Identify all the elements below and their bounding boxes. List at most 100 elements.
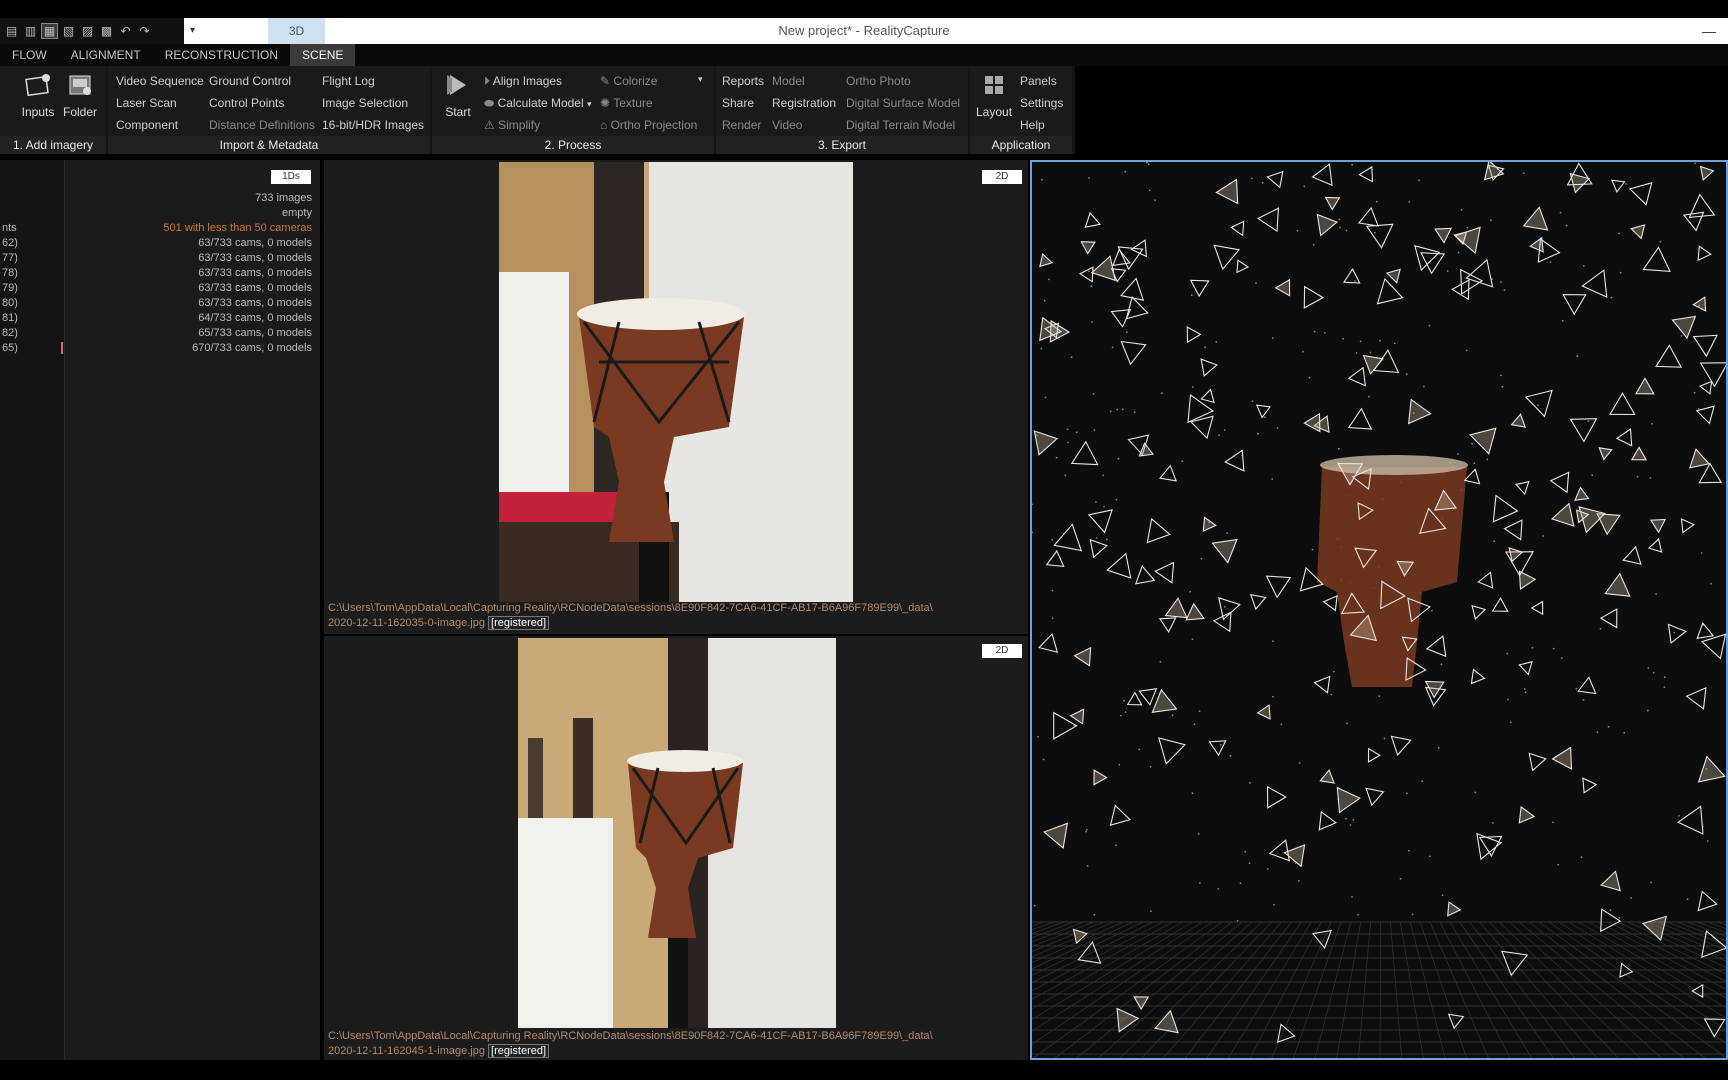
camera-frustum[interactable] — [1134, 565, 1156, 585]
camera-frustum[interactable] — [1319, 769, 1335, 784]
camera-frustum[interactable] — [1347, 407, 1373, 430]
camera-frustum[interactable] — [1343, 268, 1361, 284]
help-button[interactable]: Help — [1020, 118, 1045, 132]
camera-frustum[interactable] — [1562, 294, 1587, 316]
camera-frustum[interactable] — [1268, 839, 1291, 862]
camera-frustum[interactable] — [1266, 785, 1287, 809]
camera-frustum[interactable] — [1215, 178, 1239, 205]
flight-log-button[interactable]: Flight Log — [322, 74, 375, 88]
camera-frustum[interactable] — [1692, 334, 1718, 358]
camera-frustum[interactable] — [1078, 266, 1094, 283]
camera-frustum[interactable] — [1447, 901, 1462, 917]
camera-frustum[interactable] — [1635, 377, 1655, 395]
registration-button[interactable]: Registration — [772, 96, 836, 110]
align-images-button[interactable]: ⏵ Align Images — [484, 74, 562, 89]
camera-frustum[interactable] — [1089, 538, 1108, 559]
camera-frustum[interactable] — [1208, 740, 1227, 757]
component-row[interactable]: 63/733 cams, 0 models — [198, 252, 312, 264]
camera-frustum[interactable] — [1151, 688, 1178, 713]
camera-frustum[interactable] — [1038, 632, 1059, 653]
camera-frustum[interactable] — [1514, 480, 1530, 496]
camera-frustum[interactable] — [1313, 675, 1331, 694]
camera-frustum[interactable] — [1213, 244, 1241, 271]
camera-frustum[interactable] — [1574, 486, 1590, 501]
distance-definitions-button[interactable]: Distance Definitions — [209, 118, 315, 132]
camera-frustum[interactable] — [1641, 915, 1668, 942]
camera-frustum[interactable] — [1043, 822, 1068, 849]
camera-frustum[interactable] — [1218, 596, 1241, 621]
camera-frustum[interactable] — [1230, 220, 1245, 237]
camera-frustum[interactable] — [1528, 752, 1547, 772]
camera-frustum[interactable] — [1154, 561, 1175, 584]
camera-frustum[interactable] — [1224, 449, 1245, 472]
tab-flow[interactable]: FLOW — [0, 44, 59, 66]
tab-alignment[interactable]: ALIGNMENT — [59, 44, 153, 66]
camera-frustum[interactable] — [1518, 570, 1537, 590]
camera-frustum[interactable] — [1265, 575, 1292, 599]
reports-button[interactable]: Reports — [722, 74, 764, 88]
camera-frustum[interactable] — [1311, 163, 1333, 187]
camera-frustum[interactable] — [1600, 870, 1621, 892]
camera-frustum[interactable] — [1311, 929, 1333, 950]
camera-frustum[interactable] — [1324, 196, 1341, 211]
video-sequence-button[interactable]: Video Sequence — [116, 74, 204, 88]
camera-frustum[interactable] — [1316, 213, 1339, 237]
camera-frustum[interactable] — [1138, 442, 1155, 457]
hdr-images-button[interactable]: 16-bit/HDR Images — [322, 118, 424, 132]
component-row[interactable]: 63/733 cams, 0 models — [198, 297, 312, 309]
camera-frustum[interactable] — [1699, 165, 1715, 181]
start-button[interactable]: Start — [438, 72, 478, 119]
camera-frustum[interactable] — [1385, 268, 1401, 284]
camera-frustum[interactable] — [1185, 602, 1205, 621]
camera-frustum[interactable] — [1256, 704, 1271, 720]
camera-frustum[interactable] — [1703, 1018, 1726, 1038]
texture-button[interactable]: ✺ Texture — [600, 96, 653, 110]
camera-frustum[interactable] — [1569, 172, 1591, 194]
camera-frustum[interactable] — [1109, 804, 1132, 826]
camera-frustum[interactable] — [1211, 538, 1238, 564]
camera-frustum[interactable] — [1524, 389, 1553, 418]
camera-frustum[interactable] — [1390, 735, 1412, 757]
camera-frustum[interactable] — [1469, 427, 1497, 455]
colorize-button[interactable]: ✎ Colorize — [600, 74, 657, 88]
camera-frustum[interactable] — [1236, 259, 1250, 274]
video-button[interactable]: Video — [772, 118, 802, 132]
camera-frustum[interactable] — [1630, 446, 1648, 461]
camera-frustum[interactable] — [1697, 245, 1712, 262]
camera-frustum[interactable] — [1600, 908, 1622, 933]
camera-frustum[interactable] — [1266, 170, 1284, 189]
3d-viewer[interactable] — [1030, 160, 1728, 1060]
camera-frustum[interactable] — [1611, 179, 1626, 193]
camera-frustum[interactable] — [1609, 392, 1636, 416]
component-row[interactable]: 64/733 cams, 0 models — [198, 312, 312, 324]
camera-frustum[interactable] — [1677, 805, 1704, 835]
camera-frustum[interactable] — [1492, 494, 1519, 523]
component-button[interactable]: Component — [116, 118, 178, 132]
dsm-button[interactable]: Digital Surface Model — [846, 96, 960, 110]
camera-frustum[interactable] — [1189, 279, 1210, 298]
camera-frustum[interactable] — [1451, 279, 1470, 301]
camera-frustum[interactable] — [1698, 462, 1723, 484]
layout-button[interactable]: Layout — [976, 72, 1012, 119]
camera-frustum[interactable] — [1491, 596, 1509, 612]
camera-frustum[interactable] — [1549, 471, 1570, 494]
2d-viewer-top[interactable]: 2D C:\Users\Tom\AppData\Local\Capturing … — [324, 160, 1028, 634]
camera-frustum[interactable] — [1478, 835, 1503, 858]
camera-frustum[interactable] — [1599, 608, 1618, 629]
component-row[interactable]: 63/733 cams, 0 models — [198, 282, 312, 294]
camera-frustum[interactable] — [1070, 440, 1099, 466]
camera-frustum[interactable] — [1680, 518, 1695, 534]
camera-frustum[interactable] — [1550, 502, 1575, 527]
camera-frustum[interactable] — [1551, 746, 1573, 770]
camera-frustum[interactable] — [1569, 418, 1598, 443]
camera-frustum[interactable] — [1158, 617, 1177, 633]
2d-viewer-bottom[interactable]: 2D C:\Users\Tom\AppData\Local\Capturing … — [324, 636, 1028, 1060]
camera-frustum[interactable] — [1447, 1013, 1465, 1030]
camera-frustum[interactable] — [1471, 605, 1487, 620]
camera-frustum[interactable] — [1164, 597, 1188, 619]
camera-frustum[interactable] — [1615, 428, 1633, 447]
2d-view-tag[interactable]: 2D — [982, 644, 1022, 658]
render-button[interactable]: Render — [722, 118, 761, 132]
dtm-button[interactable]: Digital Terrain Model — [846, 118, 955, 132]
camera-frustum[interactable] — [1577, 676, 1597, 695]
